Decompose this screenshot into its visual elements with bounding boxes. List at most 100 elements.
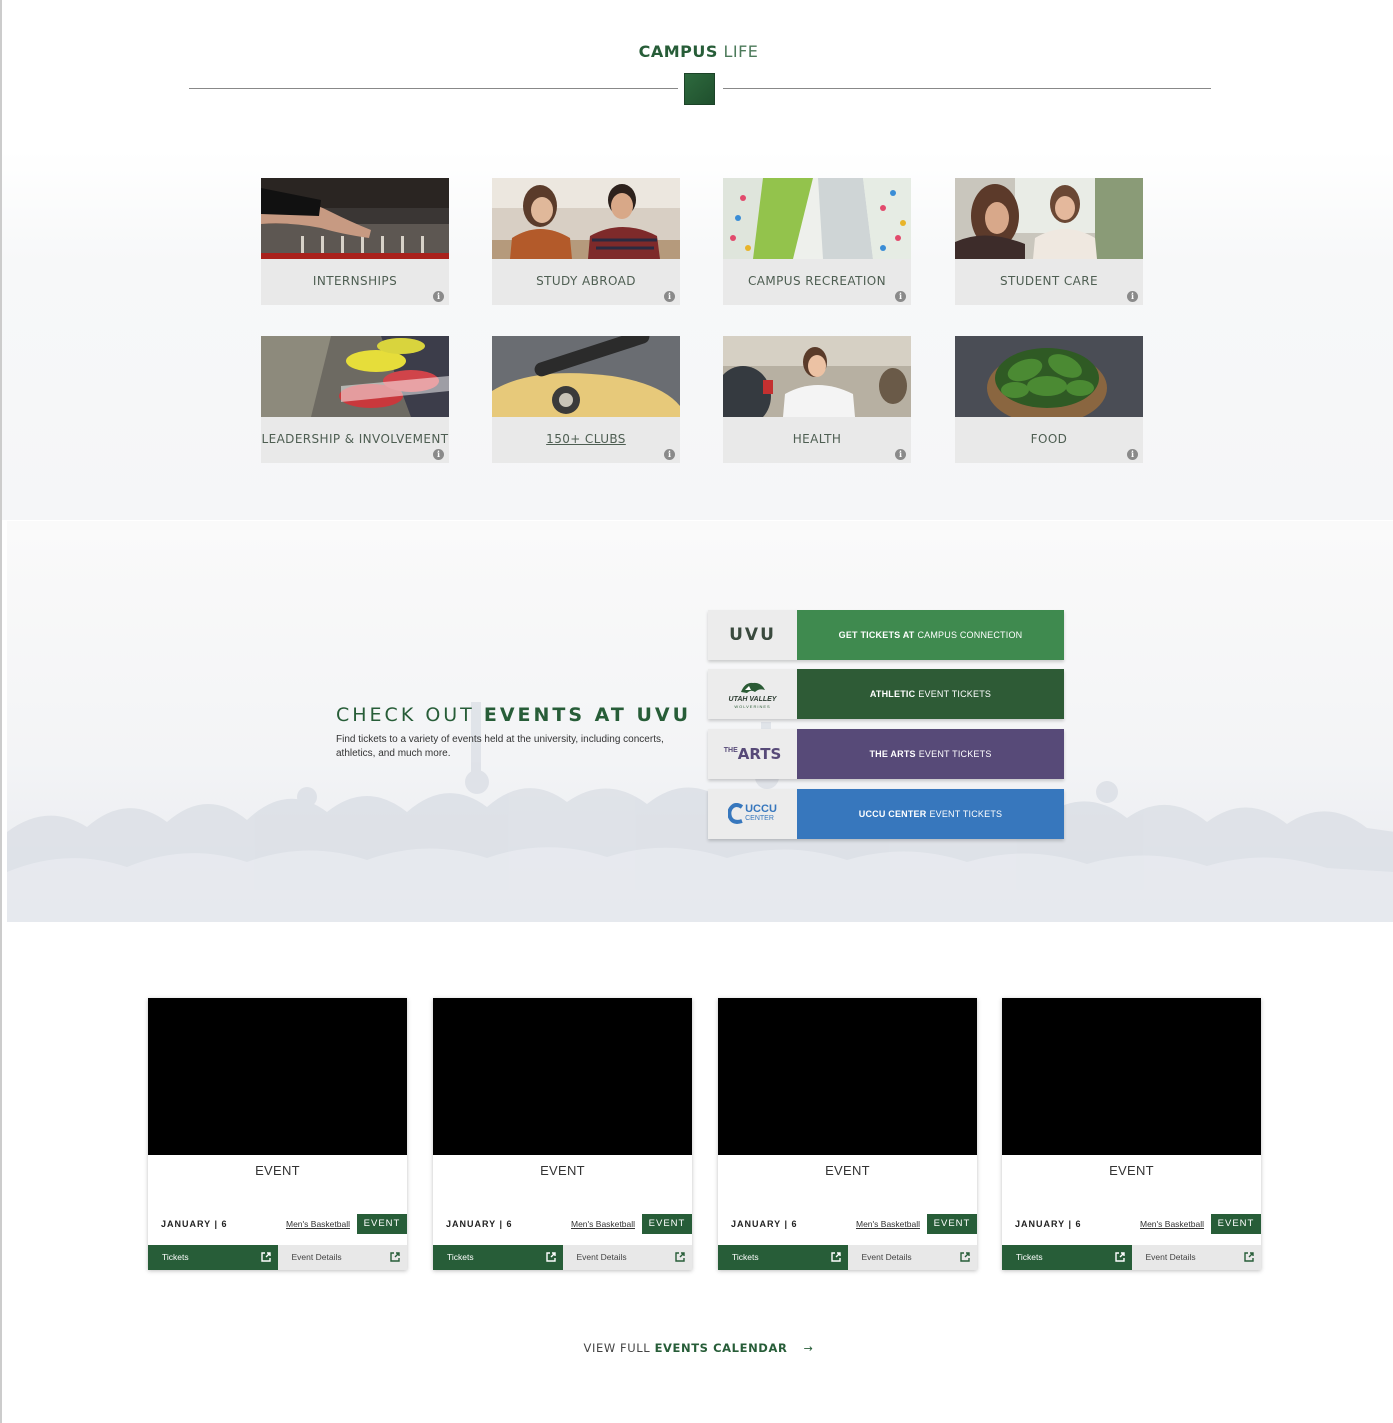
event-title[interactable]: EVENT [1002, 1163, 1261, 1178]
event-category-link[interactable]: Men's Basketball [571, 1219, 635, 1229]
event-details-button[interactable]: Event Details [1131, 1245, 1261, 1270]
campus-life-title-bold: CAMPUS [638, 42, 718, 61]
event-card: EVENT JANUARY | 6 Men's Basketball EVENT… [433, 998, 692, 1270]
tile-study-abroad[interactable]: STUDY ABROAD i [492, 178, 680, 305]
event-details-label: Event Details [576, 1252, 627, 1262]
tickets-button[interactable]: Tickets [148, 1245, 278, 1270]
event-date: JANUARY | 6 [731, 1219, 798, 1229]
athletic-tickets-button[interactable]: UTAH VALLEY WOLVERINES ATHLETIC EVENT TI… [708, 669, 1064, 719]
tile-food[interactable]: FOOD i [955, 336, 1143, 463]
uccu-center-tickets-button[interactable]: UCCU CENTER UCCU CENTER EVENT TICKETS [708, 789, 1064, 839]
tile-label: STUDY ABROAD [536, 274, 636, 288]
study-abroad-image [492, 178, 680, 259]
event-details-label: Event Details [291, 1252, 342, 1262]
info-icon[interactable]: i [433, 449, 444, 460]
campus-connection-tickets-button[interactable]: UVU GET TICKETS AT CAMPUS CONNECTION [708, 610, 1064, 660]
info-icon[interactable]: i [895, 291, 906, 302]
external-link-icon [1114, 1252, 1125, 1262]
event-image[interactable] [718, 998, 977, 1155]
health-image [723, 336, 911, 417]
event-tag-badge: EVENT [642, 1214, 692, 1234]
crowd-background [7, 702, 1393, 922]
ticket-bar: THE ARTS EVENT TICKETS [797, 729, 1064, 779]
view-full-events-calendar-link[interactable]: VIEW FULL EVENTS CALENDAR → [2, 1341, 1393, 1355]
event-image[interactable] [1002, 998, 1261, 1155]
the-arts-logo: THE ARTS [708, 729, 797, 779]
student-care-image [955, 178, 1143, 259]
event-tag-badge: EVENT [1211, 1214, 1261, 1234]
uvu-logo-text: UVU [729, 625, 776, 645]
tickets-button[interactable]: Tickets [433, 1245, 563, 1270]
event-date: JANUARY | 6 [446, 1219, 513, 1229]
campus-life-title: CAMPUS LIFE [2, 42, 1393, 61]
event-details-button[interactable]: Event Details [562, 1245, 692, 1270]
tickets-button[interactable]: Tickets [718, 1245, 848, 1270]
event-details-button[interactable]: Event Details [847, 1245, 977, 1270]
ticket-bar: UCCU CENTER EVENT TICKETS [797, 789, 1064, 839]
events-heading-bold: EVENTS AT UVU [483, 704, 692, 726]
events-subtext: Find tickets to a variety of events held… [336, 734, 664, 759]
info-icon[interactable]: i [1127, 449, 1138, 460]
clubs-image [492, 336, 680, 417]
ticket-bar-bold: ATHLETIC [869, 689, 916, 699]
info-icon[interactable]: i [664, 449, 675, 460]
header-divider-right [723, 88, 1211, 89]
arts-tickets-button[interactable]: THE ARTS THE ARTS EVENT TICKETS [708, 729, 1064, 779]
event-category-link[interactable]: Men's Basketball [856, 1219, 920, 1229]
event-date: JANUARY | 6 [161, 1219, 228, 1229]
campus-life-title-light: LIFE [723, 42, 759, 61]
tile-label: STUDENT CARE [955, 274, 1143, 288]
tile-label: LEADERSHIP & INVOLVEMENT [261, 432, 449, 446]
tile-label: FOOD [1030, 432, 1068, 446]
uccu-logo-text: UCCU [745, 803, 777, 815]
info-icon[interactable]: i [433, 291, 444, 302]
event-title[interactable]: EVENT [433, 1163, 692, 1178]
event-image[interactable] [433, 998, 692, 1155]
event-title[interactable]: EVENT [148, 1163, 407, 1178]
the-arts-logo-small: THE [723, 747, 738, 754]
tickets-label: Tickets [1016, 1252, 1043, 1262]
external-link-icon [545, 1252, 556, 1262]
external-link-icon [1244, 1252, 1254, 1262]
internships-image [261, 178, 449, 259]
tickets-label: Tickets [447, 1252, 474, 1262]
the-arts-logo-text: ARTS [737, 745, 782, 763]
event-card: EVENT JANUARY | 6 Men's Basketball EVENT… [718, 998, 977, 1270]
ticket-bar-light: EVENT TICKETS [918, 689, 992, 699]
tile-clubs[interactable]: 150+ CLUBS i [492, 336, 680, 463]
external-link-icon [830, 1252, 841, 1262]
events-banner [7, 521, 1393, 922]
event-actions: Tickets Event Details [718, 1245, 977, 1270]
event-title[interactable]: EVENT [718, 1163, 977, 1178]
view-all-bold: EVENTS CALENDAR [654, 1341, 788, 1355]
tile-campus-recreation[interactable]: CAMPUS RECREATION i [723, 178, 911, 305]
info-icon[interactable]: i [664, 291, 675, 302]
info-icon[interactable]: i [1127, 291, 1138, 302]
tile-internships[interactable]: INTERNSHIPS i [261, 178, 449, 305]
campus-recreation-image [723, 178, 911, 259]
tile-label: CAMPUS RECREATION [748, 274, 886, 288]
event-category-link[interactable]: Men's Basketball [286, 1219, 350, 1229]
header-divider-left [189, 88, 678, 89]
tile-label-text: STUDENT CARE [1000, 274, 1098, 288]
event-category-link[interactable]: Men's Basketball [1140, 1219, 1204, 1229]
campus-tiles-section [2, 150, 1393, 520]
ticket-bar-bold: GET TICKETS AT [838, 630, 915, 640]
ticket-bar-bold: THE ARTS [869, 749, 916, 759]
tickets-label: Tickets [732, 1252, 759, 1262]
tickets-label: Tickets [162, 1252, 189, 1262]
event-actions: Tickets Event Details [148, 1245, 407, 1270]
event-details-button[interactable]: Event Details [277, 1245, 407, 1270]
info-icon[interactable]: i [895, 449, 906, 460]
wolverines-logo-text: UTAH VALLEY [728, 695, 777, 703]
event-details-label: Event Details [1145, 1252, 1196, 1262]
tile-student-care[interactable]: STUDENT CARE i [955, 178, 1143, 305]
tile-leadership-involvement[interactable]: LEADERSHIP & INVOLVEMENT i [261, 336, 449, 463]
tickets-button[interactable]: Tickets [1002, 1245, 1132, 1270]
wolverine-icon [740, 682, 765, 693]
ticket-bar-light: CAMPUS CONNECTION [917, 630, 1023, 640]
event-details-label: Event Details [861, 1252, 912, 1262]
tile-health[interactable]: HEALTH i [723, 336, 911, 463]
event-image[interactable] [148, 998, 407, 1155]
event-actions: Tickets Event Details [433, 1245, 692, 1270]
